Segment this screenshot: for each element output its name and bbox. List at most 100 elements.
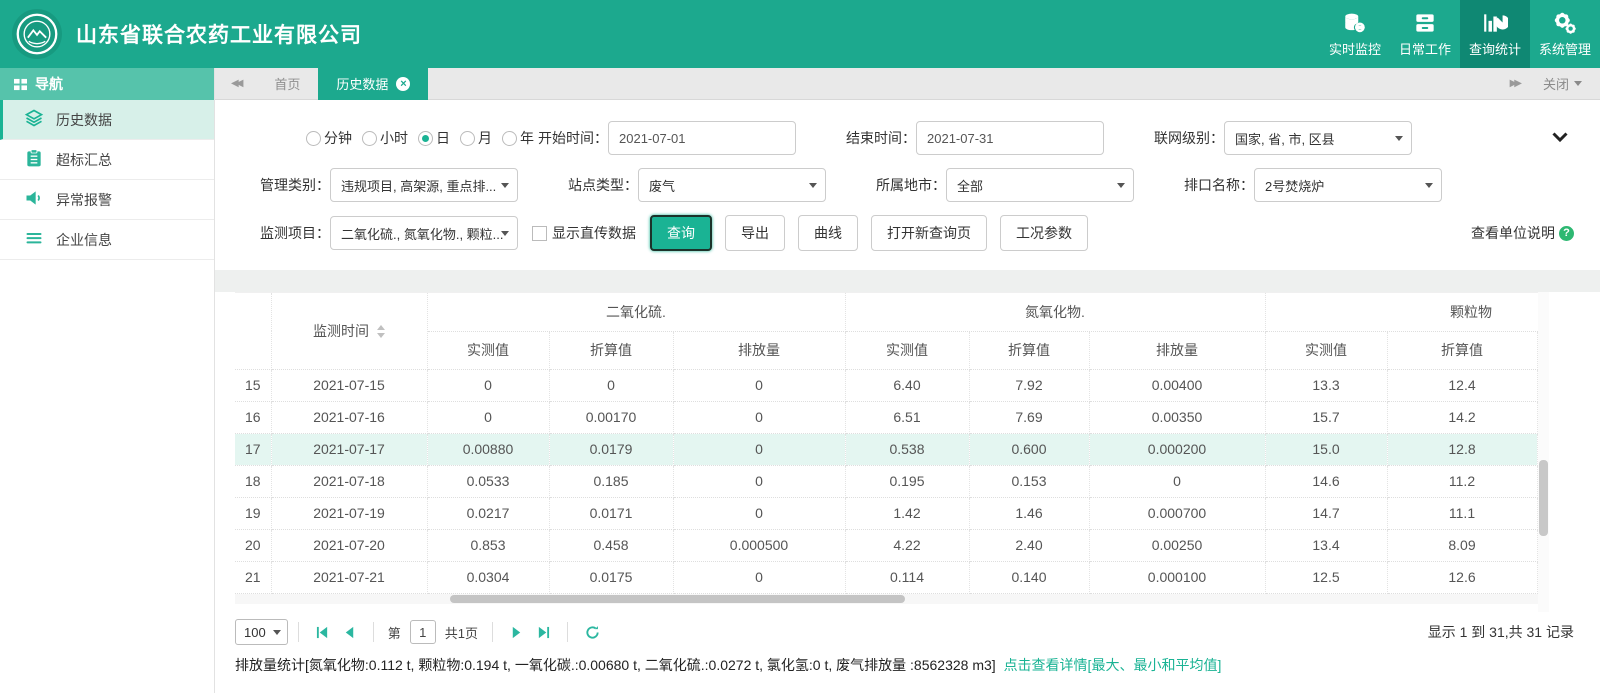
station-type-select[interactable]: 废气	[638, 168, 826, 202]
radio-icon-checked[interactable]	[418, 131, 433, 146]
vertical-scrollbar[interactable]	[1538, 292, 1549, 612]
cell-pm-measured: 13.3	[1265, 369, 1387, 401]
collapse-filters-icon[interactable]	[1552, 130, 1568, 146]
cell-so2-emission: 0.000500	[673, 529, 845, 561]
cell-pm-measured: 15.7	[1265, 401, 1387, 433]
monitor-date-link[interactable]: 2021-07-16	[271, 401, 427, 433]
open-new-query-button[interactable]: 打开新查询页	[871, 215, 987, 251]
sidebar-item-history-data[interactable]: 历史数据	[0, 100, 214, 140]
monitor-date-link[interactable]: 2021-07-19	[271, 497, 427, 529]
start-time-input[interactable]	[608, 121, 796, 155]
end-time-input[interactable]	[916, 121, 1104, 155]
city-select[interactable]: 全部	[946, 168, 1134, 202]
radio-month[interactable]: 月	[460, 128, 492, 148]
checkbox-icon[interactable]	[532, 226, 547, 241]
cell-so2-measured: 0	[427, 401, 549, 433]
refresh-icon[interactable]	[578, 625, 607, 640]
sidebar-item-exceed-summary[interactable]: 超标汇总	[0, 140, 214, 180]
chevron-down-icon	[273, 630, 281, 635]
monitor-date-link[interactable]: 2021-07-17	[271, 433, 427, 465]
monitor-items-select[interactable]: 二氧化硫., 氮氧化物., 颗粒...	[330, 216, 518, 250]
cell-so2-measured: 0.0533	[427, 465, 549, 497]
monitor-time-header[interactable]: 监测时间	[271, 293, 427, 369]
table-row[interactable]: 15 2021-07-15 0 0 0 6.40 7.92 0.00400 13…	[235, 369, 1538, 401]
radio-icon[interactable]	[362, 131, 377, 146]
cell-nox-emission: 0.000700	[1089, 497, 1265, 529]
close-tab-icon[interactable]: ×	[396, 77, 410, 91]
tab-home[interactable]: 首页	[256, 68, 318, 100]
row-number: 17	[235, 433, 271, 465]
tabs-scroll-left-icon[interactable]: ◀◀	[215, 78, 256, 89]
next-page-icon[interactable]	[503, 626, 530, 639]
tab-history-data[interactable]: 历史数据 ×	[318, 68, 428, 100]
radio-icon[interactable]	[502, 131, 517, 146]
radio-minute[interactable]: 分钟	[306, 128, 352, 148]
table-row[interactable]: 21 2021-07-21 0.0304 0.0175 0 0.114 0.14…	[235, 561, 1538, 593]
tabs-scroll-right-icon[interactable]: ▶▶	[1494, 78, 1535, 89]
vertical-scrollbar-thumb[interactable]	[1539, 460, 1548, 536]
outlet-select[interactable]: 2号焚烧炉	[1254, 168, 1442, 202]
sidebar-item-abnormal-alarm[interactable]: 异常报警	[0, 180, 214, 220]
export-button[interactable]: 导出	[725, 215, 785, 251]
table-row[interactable]: 18 2021-07-18 0.0533 0.185 0 0.195 0.153…	[235, 465, 1538, 497]
radio-day[interactable]: 日	[418, 128, 450, 148]
divider	[373, 622, 374, 642]
cell-so2-measured: 0.00880	[427, 433, 549, 465]
tab-label: 历史数据	[336, 74, 388, 93]
mee-logo-icon	[12, 9, 62, 59]
monitor-date-link[interactable]: 2021-07-20	[271, 529, 427, 561]
first-page-icon[interactable]	[309, 626, 336, 639]
prev-page-icon[interactable]	[336, 626, 363, 639]
nav-query-statistics[interactable]: 查询统计	[1460, 0, 1530, 68]
cell-nox-measured: 6.51	[845, 401, 969, 433]
nav-daily-work[interactable]: 日常工作	[1390, 0, 1460, 68]
last-page-icon[interactable]	[530, 626, 557, 639]
radio-icon[interactable]	[460, 131, 475, 146]
sidebar-title: 导航	[35, 74, 63, 94]
horizontal-scrollbar[interactable]	[235, 594, 1538, 604]
nav-realtime-monitor[interactable]: 实时监控	[1320, 0, 1390, 68]
curve-button[interactable]: 曲线	[798, 215, 858, 251]
manage-type-label: 管理类别：	[240, 175, 330, 195]
row-number-header	[235, 293, 271, 369]
sort-icon[interactable]	[377, 325, 385, 341]
sidebar-item-label: 历史数据	[56, 110, 112, 130]
database-icon	[1342, 10, 1368, 36]
cell-nox-converted: 0.153	[969, 465, 1089, 497]
horizontal-scrollbar-thumb[interactable]	[450, 595, 905, 603]
manage-type-select[interactable]: 违规项目, 高架源, 重点排...	[330, 168, 518, 202]
close-tabs-menu[interactable]: 关闭	[1535, 74, 1600, 93]
query-button[interactable]: 查询	[650, 215, 712, 251]
cell-nox-measured: 0.538	[845, 433, 969, 465]
network-level-select[interactable]: 国家, 省, 市, 区县	[1224, 121, 1412, 155]
cell-so2-emission: 0	[673, 497, 845, 529]
radio-hour[interactable]: 小时	[362, 128, 408, 148]
view-detail-link[interactable]: 点击查看详情[最大、最小和平均值]	[1004, 657, 1222, 673]
chevron-down-icon	[809, 183, 817, 188]
end-time-label: 结束时间：	[826, 128, 916, 148]
monitor-date-link[interactable]: 2021-07-18	[271, 465, 427, 497]
page-number-input[interactable]	[410, 620, 436, 644]
tab-label: 首页	[274, 74, 300, 93]
page-size-select[interactable]: 100	[235, 619, 288, 645]
monitor-date-link[interactable]: 2021-07-21	[271, 561, 427, 593]
table-row-highlighted[interactable]: 17 2021-07-17 0.00880 0.0179 0 0.538 0.6…	[235, 433, 1538, 465]
nav-system-management[interactable]: 系统管理	[1530, 0, 1600, 68]
sidebar-item-enterprise-info[interactable]: 企业信息	[0, 220, 214, 260]
monitor-date-link[interactable]: 2021-07-15	[271, 369, 427, 401]
cell-pm-measured: 14.6	[1265, 465, 1387, 497]
table-row[interactable]: 19 2021-07-19 0.0217 0.0171 0 1.42 1.46 …	[235, 497, 1538, 529]
unit-help-link[interactable]: 查看单位说明 ?	[1471, 223, 1574, 243]
table-row[interactable]: 20 2021-07-20 0.853 0.458 0.000500 4.22 …	[235, 529, 1538, 561]
chart-pie-icon	[1482, 10, 1508, 36]
table-row[interactable]: 16 2021-07-16 0 0.00170 0 6.51 7.69 0.00…	[235, 401, 1538, 433]
page-total: 共1页	[445, 623, 478, 642]
layers-icon	[24, 108, 56, 131]
condition-params-button[interactable]: 工况参数	[1000, 215, 1088, 251]
radio-icon[interactable]	[306, 131, 321, 146]
sidebar-item-label: 超标汇总	[56, 150, 112, 170]
sidebar-header: 导航	[0, 68, 214, 100]
direct-data-checkbox-group[interactable]: 显示直传数据	[532, 223, 636, 243]
cell-pm-converted: 14.2	[1387, 401, 1537, 433]
table-scroll-container: 监测时间 二氧化硫. 氮氧化物. 颗粒物 实测值 折算值	[235, 292, 1538, 612]
